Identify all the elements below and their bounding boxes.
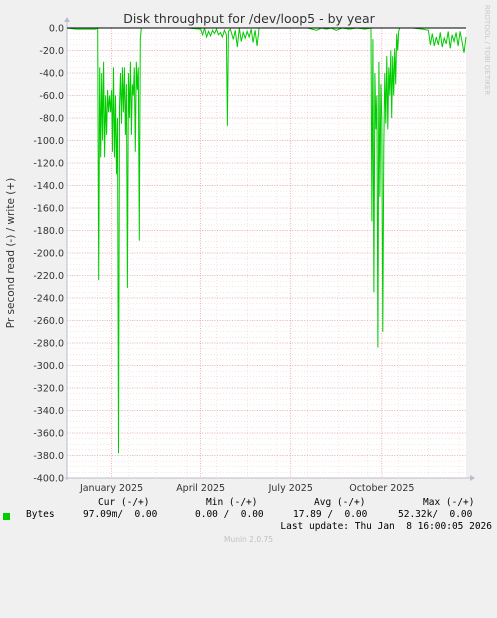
legend-header-max: Max (-/+) <box>423 497 475 508</box>
footer-version: Munin 2.0.75 <box>223 535 274 544</box>
y-tick-label: -140.0 <box>33 181 64 192</box>
rrdtool-watermark: RRDTOOL / TOBI OETIKER <box>483 5 491 95</box>
legend-max-value: 52.32k/ 0.00 <box>398 509 473 520</box>
y-tick-label: -200.0 <box>33 249 64 260</box>
legend-series-label: Bytes <box>26 509 55 520</box>
y-tick-label: -180.0 <box>33 226 64 237</box>
y-tick-label: -320.0 <box>33 384 64 395</box>
legend-table: Cur (-/+) Min (-/+) Avg (-/+) Max (-/+) … <box>10 497 474 618</box>
legend-header-cur: Cur (-/+) <box>98 497 150 508</box>
legend-avg-value: 17.89 / 0.00 <box>293 509 368 520</box>
x-tick-label: April 2025 <box>176 483 225 494</box>
y-tick-label: -340.0 <box>33 406 64 417</box>
y-tick-label: -300.0 <box>33 361 64 372</box>
last-update: Last update: Thu Jan 8 16:00:05 2026 <box>280 521 492 532</box>
y-tick-label: -60.0 <box>39 91 64 102</box>
y-tick-label: -100.0 <box>33 136 64 147</box>
y-tick-label: -380.0 <box>33 451 64 462</box>
y-tick-label: -280.0 <box>33 339 64 350</box>
x-tick-label: January 2025 <box>79 483 143 494</box>
legend-cur-value: 97.09m/ 0.00 <box>83 509 158 520</box>
legend-header-avg: Avg (-/+) <box>314 497 366 508</box>
legend-header-min: Min (-/+) <box>206 497 258 508</box>
y-tick-label: -20.0 <box>39 46 64 57</box>
chart-canvas: 0.0 -20.0 -40.0 -60.0 -80.0 -100.0 -120.0 -140.… <box>0 0 497 550</box>
x-tick-label: July 2025 <box>268 483 313 494</box>
y-tick-label: -360.0 <box>33 429 64 440</box>
y-tick-label: -400.0 <box>33 474 64 485</box>
y-tick-label: -240.0 <box>33 294 64 305</box>
x-tick-label: October 2025 <box>349 483 414 494</box>
y-axis-label: Pr second read (-) / write (+) <box>5 178 17 329</box>
legend-swatch <box>3 513 10 520</box>
chart-title: Disk throughput for /dev/loop5 - by year <box>123 11 375 26</box>
y-tick-label: -40.0 <box>39 69 64 80</box>
y-tick-label: -80.0 <box>39 114 64 125</box>
y-tick-label: -220.0 <box>33 271 64 282</box>
legend-min-value: 0.00 / 0.00 <box>195 509 264 520</box>
y-tick-label: 0.0 <box>49 24 64 35</box>
y-tick-label: -160.0 <box>33 204 64 215</box>
y-tick-label: -260.0 <box>33 316 64 327</box>
y-tick-label: -120.0 <box>33 159 64 170</box>
